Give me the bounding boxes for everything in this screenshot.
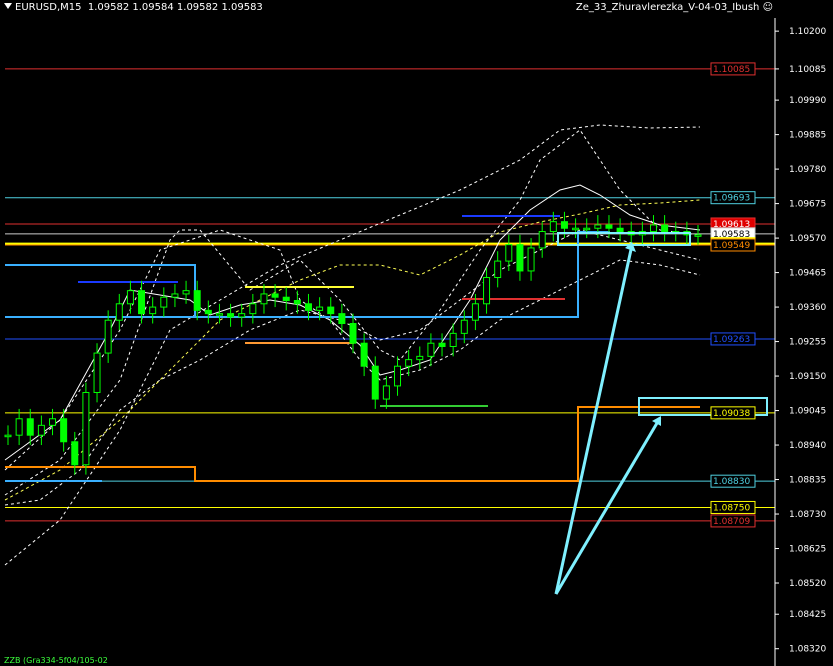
candle-body	[171, 293, 179, 298]
axis-tick-label: 1.08520	[789, 579, 826, 589]
candle-body	[93, 352, 101, 393]
candle-body	[260, 293, 268, 305]
candle-body	[149, 306, 157, 315]
candle-body	[405, 359, 413, 367]
price-level-label: 1.09693	[713, 194, 750, 204]
symbol-label: EURUSD,M15	[15, 2, 82, 13]
candle-body	[416, 355, 424, 361]
candle-body	[182, 290, 190, 295]
candle-body	[26, 418, 34, 436]
candle-body	[560, 221, 568, 229]
candle-body	[49, 418, 57, 426]
axis-tick-label: 1.10085	[789, 65, 826, 75]
candle-body	[338, 313, 346, 325]
indicator-label: ZZB (Gra334-5f04/105-02	[4, 656, 108, 665]
candle-body	[494, 260, 502, 279]
axis-tick-label: 1.09255	[789, 338, 826, 348]
candle-body	[204, 309, 212, 315]
candle-body	[215, 313, 223, 316]
candle-body	[327, 306, 335, 315]
chart-header: EURUSD,M15 1.09582 1.09584 1.09582 1.095…	[4, 2, 263, 13]
candle-body	[649, 224, 657, 233]
candle-body	[371, 365, 379, 400]
candle-body	[304, 303, 312, 311]
expert-name: Ze_33_Zhuravlerezka_V-04-03_Ibush	[575, 2, 760, 13]
candle-body	[82, 391, 90, 466]
axis-tick-label: 1.09465	[789, 269, 826, 279]
candle-body	[115, 303, 123, 321]
expert-label[interactable]: Ze_33_Zhuravlerezka_V-04-03_Ibush ☺	[576, 2, 773, 13]
candle-body	[449, 332, 457, 347]
axis-tick-label: 1.09045	[789, 407, 826, 417]
price-level-label: 1.09263	[713, 335, 750, 345]
price-level-label: 1.10085	[713, 65, 750, 75]
candle-body	[104, 319, 112, 354]
ohlc-values: 1.09582 1.09584 1.09582 1.09583	[87, 2, 263, 13]
candle-body	[360, 342, 368, 367]
candle-body	[661, 224, 669, 233]
axis-tick-label: 1.08625	[789, 545, 826, 555]
candle-body	[394, 365, 402, 387]
price-chart[interactable]: 1.10200 1.10085 1.09990 1.09885 1.09780 1.096…	[0, 0, 833, 666]
candle-body	[138, 290, 146, 315]
price-level-label: 1.09549	[713, 241, 750, 251]
candle-body	[616, 227, 624, 233]
candle-body	[527, 247, 535, 272]
candle-body	[460, 319, 468, 334]
axis-tick-label: 1.09885	[789, 131, 826, 141]
candle-body	[238, 313, 246, 318]
axis-tick-label: 1.08425	[789, 610, 826, 620]
smiley-icon: ☺	[762, 2, 773, 13]
candle-body	[126, 290, 134, 305]
axis-tick-label: 1.09780	[789, 165, 826, 175]
candle-body	[293, 300, 301, 305]
candle-body	[160, 296, 168, 308]
candle-body	[271, 293, 279, 298]
candle-body	[249, 303, 257, 315]
candle-body	[516, 244, 524, 272]
candle-body	[583, 227, 591, 231]
axis-tick-label: 1.08730	[789, 510, 826, 520]
candle-body	[316, 306, 324, 311]
candle-body	[60, 418, 68, 443]
candle-body	[4, 434, 12, 438]
candle-body	[15, 418, 23, 436]
candle-body	[282, 296, 290, 302]
candle-body	[227, 313, 235, 318]
candle-body	[193, 290, 201, 311]
axis-tick-label: 1.09990	[789, 96, 826, 106]
candle-body	[483, 277, 491, 305]
chart-background	[0, 0, 833, 666]
price-level-label: 1.09038	[713, 409, 750, 419]
candle-body	[382, 385, 390, 400]
axis-tick-label: 1.09150	[789, 372, 826, 382]
candle-body	[37, 424, 45, 436]
price-level-label: 1.08709	[713, 517, 750, 527]
axis-tick-label: 1.09570	[789, 234, 826, 244]
price-level-label: 1.08750	[713, 503, 750, 513]
candle-body	[505, 244, 513, 262]
candle-body	[427, 342, 435, 357]
axis-tick-label: 1.08320	[789, 645, 826, 655]
candle-body	[349, 323, 357, 344]
candle-body	[471, 303, 479, 321]
candle-body	[71, 441, 79, 466]
candle-body	[572, 227, 580, 231]
dropdown-triangle-icon[interactable]	[4, 3, 12, 9]
candle-body	[549, 221, 557, 233]
axis-tick-label: 1.09675	[789, 200, 826, 210]
candle-body	[594, 224, 602, 229]
axis-tick-label: 1.08940	[789, 441, 826, 451]
candle-body	[438, 342, 446, 347]
price-level-label: 1.08830	[713, 477, 750, 487]
axis-tick-label: 1.10200	[789, 27, 826, 37]
candle-body	[694, 234, 702, 237]
axis-tick-label: 1.09360	[789, 303, 826, 313]
candle-body	[538, 231, 546, 249]
candle-body	[605, 224, 613, 229]
axis-tick-label: 1.08835	[789, 476, 826, 486]
